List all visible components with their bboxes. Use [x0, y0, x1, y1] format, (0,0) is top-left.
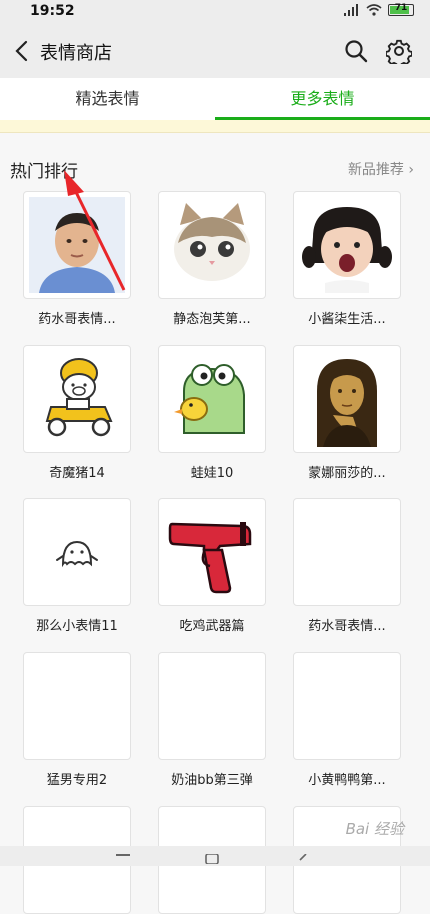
watermark-text: Bai 经验: [345, 820, 404, 838]
sticker-thumbnail[interactable]: [158, 498, 266, 606]
back-nav-icon[interactable]: [296, 854, 310, 864]
signal-icon: [344, 4, 358, 16]
chevron-right-icon: ›: [408, 162, 414, 178]
status-bar: 19:52 71: [0, 0, 430, 24]
flare-gun-icon: [168, 522, 252, 594]
sticker-item[interactable]: 奇魔猪14: [23, 345, 131, 481]
sticker-thumbnail[interactable]: [293, 498, 401, 606]
tab-more[interactable]: 更多表情: [215, 78, 430, 120]
status-icons: 71: [344, 3, 414, 16]
sticker-label: 小酱柒生活...: [308, 312, 386, 327]
tab-featured[interactable]: 精选表情: [0, 78, 215, 120]
pig-scooter-icon: [45, 358, 113, 437]
menu-icon[interactable]: [116, 854, 130, 864]
sticker-label: 药水哥表情...: [308, 619, 386, 634]
sticker-thumbnail[interactable]: [293, 345, 401, 453]
sticker-thumbnail[interactable]: [293, 652, 401, 760]
sticker-label: 蛙娃10: [190, 466, 234, 481]
sticker-item[interactable]: 那么小表情11: [23, 498, 131, 634]
cat-face-icon: [174, 203, 250, 281]
sticker-thumbnail[interactable]: [23, 498, 131, 606]
sticker-thumbnail[interactable]: [293, 191, 401, 299]
new-arrivals-label: 新品推荐: [347, 162, 404, 178]
girl-face-icon: [302, 207, 392, 293]
sticker-item[interactable]: 吃鸡武器篇: [158, 498, 266, 634]
sticker-label: 吃鸡武器篇: [179, 619, 245, 634]
sticker-thumbnail[interactable]: [158, 652, 266, 760]
sticker-item[interactable]: 小酱柒生活...: [293, 191, 401, 327]
sticker-label: 那么小表情11: [36, 619, 118, 634]
page-title: 表情商店: [40, 43, 112, 64]
sticker-label: 蒙娜丽莎的...: [308, 466, 386, 481]
status-time: 19:52: [30, 3, 75, 19]
sticker-label: 小黄鸭鸭第...: [308, 773, 386, 788]
sticker-item[interactable]: 药水哥表情...: [23, 191, 131, 327]
sticker-thumbnail[interactable]: [23, 191, 131, 299]
battery-level: 71: [394, 3, 408, 13]
sticker-item[interactable]: 小黄鸭鸭第...: [293, 652, 401, 788]
man-face-icon: [29, 197, 125, 293]
section-title: 热门排行: [10, 162, 78, 182]
sticker-item[interactable]: 猛男专用2: [23, 652, 131, 788]
back-arrow-icon[interactable]: [12, 40, 32, 62]
tab-bar: 精选表情 更多表情: [0, 78, 430, 120]
battery-icon: 71: [388, 3, 414, 16]
sticker-thumbnail[interactable]: [23, 652, 131, 760]
small-ghost-icon: [56, 540, 98, 568]
sticker-item[interactable]: 奶油bb第三弹: [158, 652, 266, 788]
nav-bar: 表情商店: [0, 24, 430, 78]
sticker-thumbnail[interactable]: [158, 191, 266, 299]
frog-duck-icon: [174, 364, 245, 434]
sticker-label: 药水哥表情...: [38, 312, 116, 327]
sticker-item[interactable]: 蒙娜丽莎的...: [293, 345, 401, 481]
notice-banner: [0, 120, 430, 133]
sticker-label: 奶油bb第三弹: [171, 773, 253, 788]
home-icon[interactable]: [205, 854, 219, 864]
sticker-label: 静态泡芙第...: [173, 312, 251, 327]
sticker-thumbnail[interactable]: [158, 345, 266, 453]
sticker-item[interactable]: 药水哥表情...: [293, 498, 401, 634]
mona-lisa-icon: [317, 359, 377, 447]
search-icon[interactable]: [344, 39, 368, 63]
wifi-icon: [366, 4, 382, 16]
system-nav-bar: [0, 846, 430, 866]
sticker-item[interactable]: 静态泡芙第...: [158, 191, 266, 327]
sticker-label: 猛男专用2: [46, 773, 108, 788]
sticker-label: 奇魔猪14: [49, 466, 105, 481]
gear-icon[interactable]: [386, 38, 412, 64]
new-arrivals-link[interactable]: 新品推荐 ›: [348, 159, 414, 179]
sticker-thumbnail[interactable]: [23, 345, 131, 453]
sticker-item[interactable]: 蛙娃10: [158, 345, 266, 481]
